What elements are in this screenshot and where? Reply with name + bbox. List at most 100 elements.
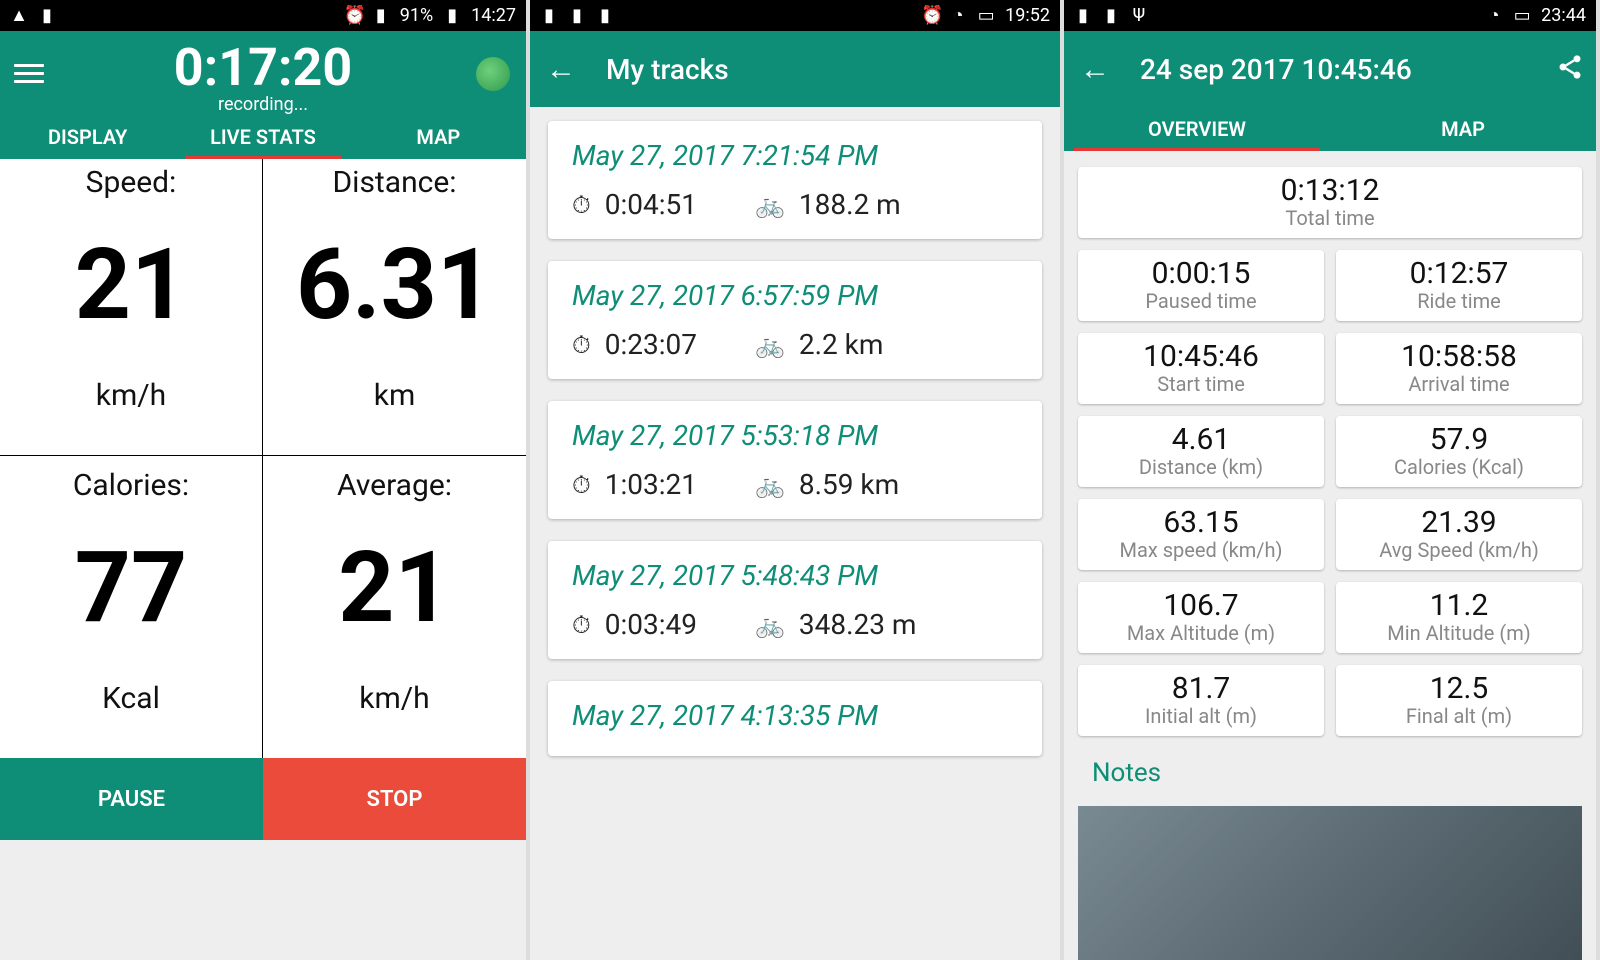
cell-unit: km <box>374 378 416 413</box>
track-distance: 2.2 km <box>799 328 884 361</box>
status-bar: ▲ ▮ ⏰ ▮ 91% ▮ 14:27 <box>0 0 526 31</box>
tab-map[interactable]: MAP <box>1330 107 1596 151</box>
stopwatch-icon: ⏱ <box>572 331 591 359</box>
header: 0:17:20 recording... DISPLAY LIVE STATS … <box>0 31 526 153</box>
screen-track-detail: ▮ ▮ Ψ ◔ ▭ 23:44 ← 24 sep 2017 10:45:46 O… <box>1064 0 1600 960</box>
stat-label: Final alt (m) <box>1406 704 1512 728</box>
stats-grid: Speed: 21 km/h Distance: 6.31 km Calorie… <box>0 153 526 758</box>
cell-label: Calories: <box>73 468 189 503</box>
stat-value: 4.61 <box>1172 422 1231 457</box>
stat-card: 11.2 Min Altitude (m) <box>1336 582 1582 653</box>
cell-label: Average: <box>337 468 452 503</box>
notes-heading[interactable]: Notes <box>1078 748 1582 798</box>
stat-value: 106.7 <box>1163 588 1238 623</box>
track-row: ⏱ 0:23:07 🚲 2.2 km <box>572 328 1018 361</box>
stat-card: 0:12:57 Ride time <box>1336 250 1582 321</box>
menu-button[interactable] <box>14 59 44 88</box>
track-card[interactable]: May 27, 2017 4:13:35 PM <box>548 681 1042 756</box>
status-bar: ▮ ▮ ▮ ⏰ ◔ ▭ 19:52 <box>530 0 1060 31</box>
cell-unit: Kcal <box>102 681 160 716</box>
wifi-icon: ◔ <box>1485 5 1503 26</box>
cell-average: Average: 21 km/h <box>263 456 526 759</box>
track-card[interactable]: May 27, 2017 5:53:18 PM ⏱ 1:03:21 🚲 8.59… <box>548 401 1042 519</box>
bike-icon: 🚲 <box>755 191 785 219</box>
screen-my-tracks: ▮ ▮ ▮ ⏰ ◔ ▭ 19:52 ← My tracks May 27, 20… <box>530 0 1064 960</box>
track-distance: 188.2 m <box>799 188 901 221</box>
stat-value: 0:12:57 <box>1410 256 1509 291</box>
stat-card: 0:00:15 Paused time <box>1078 250 1324 321</box>
stop-button[interactable]: STOP <box>263 758 526 840</box>
track-row: ⏱ 0:04:51 🚲 188.2 m <box>572 188 1018 221</box>
stat-value: 10:58:58 <box>1401 339 1517 374</box>
tab-live-stats[interactable]: LIVE STATS <box>175 115 350 159</box>
stat-card: 63.15 Max speed (km/h) <box>1078 499 1324 570</box>
bike-icon: 🚲 <box>755 611 785 639</box>
back-button[interactable]: ← <box>1080 52 1110 87</box>
status-time: 19:52 <box>1005 5 1050 26</box>
stat-label: Min Altitude (m) <box>1387 621 1530 645</box>
stat-label: Paused time <box>1145 289 1256 313</box>
tab-map[interactable]: MAP <box>351 115 526 159</box>
signal2-icon: ▮ <box>568 5 586 26</box>
tab-display[interactable]: DISPLAY <box>0 115 175 159</box>
stat-value: 0:13:12 <box>1281 173 1380 208</box>
stat-label: Arrival time <box>1408 372 1509 396</box>
signal-icon: ▮ <box>372 5 390 26</box>
stat-card: 4.61 Distance (km) <box>1078 416 1324 487</box>
stopwatch-icon: ⏱ <box>572 471 591 499</box>
page-title: My tracks <box>606 53 729 86</box>
pause-button[interactable]: PAUSE <box>0 758 263 840</box>
tab-overview[interactable]: OVERVIEW <box>1064 107 1330 151</box>
stat-card: 10:45:46 Start time <box>1078 333 1324 404</box>
cell-value: 6.31 <box>296 236 493 334</box>
gps-status-icon[interactable] <box>476 57 510 91</box>
page-title: 24 sep 2017 10:45:46 <box>1140 53 1412 86</box>
track-duration: 0:23:07 <box>605 328 697 361</box>
status-time: 14:27 <box>471 5 516 26</box>
stat-value: 12.5 <box>1430 671 1489 706</box>
cell-speed: Speed: 21 km/h <box>0 153 263 456</box>
overview-area[interactable]: 0:13:12 Total time 0:00:15 Paused time 0… <box>1064 151 1596 960</box>
cell-value: 21 <box>75 236 187 334</box>
stat-value: 81.7 <box>1172 671 1231 706</box>
stat-label: Initial alt (m) <box>1145 704 1257 728</box>
stat-label: Ride time <box>1417 289 1501 313</box>
stat-card: 106.7 Max Altitude (m) <box>1078 582 1324 653</box>
timer: 0:17:20 <box>0 31 526 98</box>
battery-icon: ▭ <box>1513 5 1531 26</box>
detail-tabs: OVERVIEW MAP <box>1064 107 1596 151</box>
bike-icon: 🚲 <box>755 471 785 499</box>
stat-label: Calories (Kcal) <box>1394 455 1524 479</box>
image-icon: ▮ <box>596 5 614 26</box>
stat-card: 12.5 Final alt (m) <box>1336 665 1582 736</box>
stat-value: 21.39 <box>1421 505 1496 540</box>
track-date: May 27, 2017 5:48:43 PM <box>572 559 1018 592</box>
track-list[interactable]: May 27, 2017 7:21:54 PM ⏱ 0:04:51 🚲 188.… <box>530 107 1060 883</box>
track-card[interactable]: May 27, 2017 7:21:54 PM ⏱ 0:04:51 🚲 188.… <box>548 121 1042 239</box>
stat-label: Distance (km) <box>1139 455 1263 479</box>
battery-icon: ▭ <box>977 5 995 26</box>
track-date: May 27, 2017 5:53:18 PM <box>572 419 1018 452</box>
track-duration: 1:03:21 <box>605 468 697 501</box>
stat-label: Start time <box>1157 372 1245 396</box>
track-duration: 0:04:51 <box>605 188 697 221</box>
share-button[interactable] <box>1556 53 1584 81</box>
map-thumbnail[interactable] <box>1078 806 1582 960</box>
signal-icon: ▮ <box>1074 5 1092 26</box>
alarm-icon: ⏰ <box>921 5 939 26</box>
app-bar: ← 24 sep 2017 10:45:46 <box>1064 31 1596 107</box>
action-row: PAUSE STOP <box>0 758 526 840</box>
track-distance: 348.23 m <box>799 608 917 641</box>
stat-label: Max speed (km/h) <box>1120 538 1283 562</box>
battery-icon: ▮ <box>443 5 461 26</box>
track-card[interactable]: May 27, 2017 6:57:59 PM ⏱ 0:23:07 🚲 2.2 … <box>548 261 1042 379</box>
stat-label: Total time <box>1285 206 1374 230</box>
recording-status: recording... <box>0 94 526 115</box>
track-card[interactable]: May 27, 2017 5:48:43 PM ⏱ 0:03:49 🚲 348.… <box>548 541 1042 659</box>
screen-live-stats: ▲ ▮ ⏰ ▮ 91% ▮ 14:27 0:17:20 recording...… <box>0 0 530 960</box>
cell-value: 21 <box>338 539 450 637</box>
usb-icon: Ψ <box>1130 5 1148 26</box>
stopwatch-icon: ⏱ <box>572 611 591 639</box>
back-button[interactable]: ← <box>546 52 576 87</box>
stat-card: 21.39 Avg Speed (km/h) <box>1336 499 1582 570</box>
